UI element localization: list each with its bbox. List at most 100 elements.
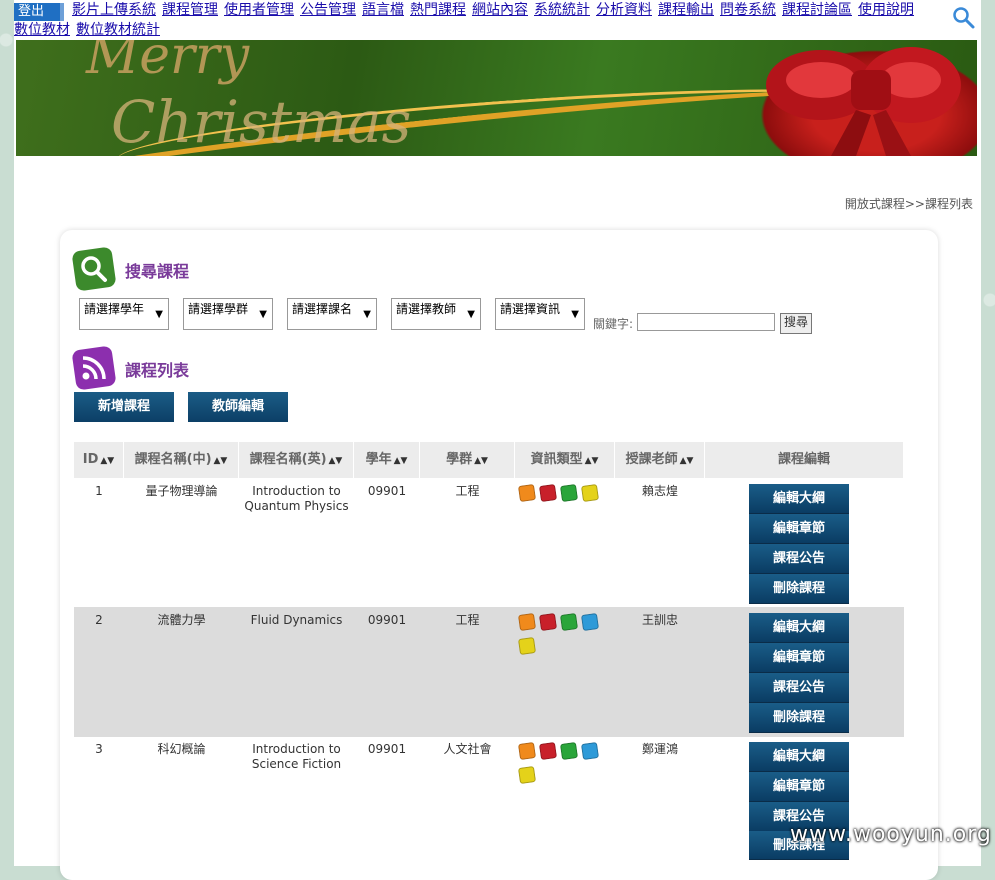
keyword-label: 關鍵字:	[593, 317, 634, 331]
banner-merry-text: Merry	[86, 40, 250, 86]
info-type-icons	[517, 612, 609, 662]
cell-id: 3	[95, 742, 103, 756]
cell-name-zh: 流體力學	[157, 613, 206, 627]
christmas-banner: Merry Christmas	[16, 40, 977, 156]
sort-icon: ▲▼	[679, 456, 694, 466]
column-header-info-type[interactable]: 資訊類型 ▲▼	[515, 442, 615, 478]
chevron-down-icon: ▼	[363, 309, 371, 320]
audio-icon[interactable]	[517, 483, 537, 503]
nav-link-survey[interactable]: 問卷系統	[720, 2, 776, 18]
table-row: 1 量子物理導論 Introduction to Quantum Physics…	[74, 478, 904, 607]
column-header-group[interactable]: 學群 ▲▼	[420, 442, 515, 478]
sort-icon: ▲▼	[393, 456, 408, 466]
cell-teacher: 鄭運鴻	[641, 742, 678, 756]
nav-link-forum[interactable]: 課程討論區	[782, 2, 852, 18]
nav-link-user-admin[interactable]: 使用者管理	[224, 2, 294, 18]
delete-course-button[interactable]: 刪除課程	[749, 703, 849, 733]
add-course-button[interactable]: 新增課程	[74, 392, 174, 422]
nav-link-language[interactable]: 語言檔	[362, 2, 404, 18]
notes-icon[interactable]	[517, 765, 537, 785]
chevron-down-icon: ▼	[259, 309, 267, 320]
keyword-input[interactable]	[637, 313, 775, 331]
cell-teacher: 賴志煌	[641, 484, 678, 498]
edit-syllabus-button[interactable]: 編輯大綱	[749, 613, 849, 643]
nav-link-export[interactable]: 課程輸出	[658, 2, 714, 18]
cell-name-en: Introduction to Science Fiction	[251, 742, 342, 771]
notes-icon[interactable]	[580, 483, 600, 503]
image-icon[interactable]	[580, 612, 600, 632]
table-row: 2 流體力學 Fluid Dynamics 09901 工程 王訓忠 編輯大綱 …	[74, 607, 904, 737]
edit-chapters-button[interactable]: 編輯章節	[749, 643, 849, 673]
column-header-year[interactable]: 學年 ▲▼	[354, 442, 420, 478]
column-header-name-zh[interactable]: 課程名稱(中) ▲▼	[124, 442, 239, 478]
teacher-select[interactable]: 請選擇教師 ▼	[391, 298, 481, 330]
edit-syllabus-button[interactable]: 編輯大綱	[749, 484, 849, 514]
cell-year: 09901	[367, 484, 407, 498]
cell-year: 09901	[367, 613, 407, 627]
sort-icon: ▲▼	[100, 456, 115, 466]
sort-icon: ▲▼	[213, 456, 228, 466]
search-icon[interactable]	[952, 6, 976, 30]
document-icon[interactable]	[559, 741, 579, 761]
table-row: 3 科幻概論 Introduction to Science Fiction 0…	[74, 737, 904, 866]
notes-icon[interactable]	[517, 636, 537, 656]
search-section-title: 搜尋課程	[125, 262, 190, 281]
group-select[interactable]: 請選擇學群 ▼	[183, 298, 273, 330]
audio-icon[interactable]	[517, 741, 537, 761]
nav-link-announcements[interactable]: 公告管理	[300, 2, 356, 18]
cell-id: 1	[95, 484, 103, 498]
video-icon[interactable]	[538, 741, 558, 761]
column-header-name-en[interactable]: 課程名稱(英) ▲▼	[239, 442, 354, 478]
nav-links-row2: 數位教材 數位教材統計	[14, 20, 166, 40]
cell-group: 工程	[455, 484, 480, 498]
sort-icon: ▲▼	[584, 456, 599, 466]
cell-year: 09901	[367, 742, 407, 756]
info-type-select[interactable]: 請選擇資訊 ▼	[495, 298, 585, 330]
top-nav: 登出 影片上傳系統 課程管理 使用者管理 公告管理 語言檔 熱門課程 網站內容 系統統計 分析資…	[14, 0, 981, 40]
info-type-icons	[517, 741, 609, 791]
breadcrumb: 開放式課程>>課程列表	[844, 197, 973, 211]
logout-button[interactable]: 登出	[14, 3, 64, 21]
video-icon[interactable]	[538, 612, 558, 632]
edit-chapters-button[interactable]: 編輯章節	[749, 772, 849, 802]
teacher-edit-button[interactable]: 教師編輯	[188, 392, 288, 422]
cell-group: 人文社會	[443, 742, 492, 756]
image-icon[interactable]	[580, 741, 600, 761]
edit-syllabus-button[interactable]: 編輯大綱	[749, 742, 849, 772]
rss-icon	[72, 346, 116, 390]
magnifier-icon	[72, 247, 116, 291]
cell-group: 工程	[455, 613, 480, 627]
chevron-down-icon: ▼	[467, 309, 475, 320]
edit-chapters-button[interactable]: 編輯章節	[749, 514, 849, 544]
table-header: ID ▲▼ 課程名稱(中) ▲▼ 課程名稱(英) ▲▼ 學年 ▲▼ 學群 ▲▼ 資訊類型 ▲…	[74, 442, 904, 478]
cell-name-en: Fluid Dynamics	[250, 613, 343, 627]
nav-links: 影片上傳系統 課程管理 使用者管理 公告管理 語言檔 熱門課程 網站內容 系統統計 分析資料 課程…	[72, 0, 952, 20]
course-announcement-button[interactable]: 課程公告	[749, 544, 849, 574]
search-button[interactable]: 搜尋	[780, 313, 812, 334]
nav-link-materials-stats[interactable]: 數位教材統計	[76, 22, 160, 38]
video-icon[interactable]	[538, 483, 558, 503]
nav-link-course-admin[interactable]: 課程管理	[162, 2, 218, 18]
ribbon-bow-icon	[766, 47, 961, 156]
year-select[interactable]: 請選擇學年 ▼	[79, 298, 169, 330]
column-header-teacher[interactable]: 授課老師 ▲▼	[615, 442, 705, 478]
nav-link-stats[interactable]: 系統統計	[534, 2, 590, 18]
column-header-edit: 課程編輯	[705, 442, 904, 478]
watermark: www.wooyun.org	[790, 822, 992, 847]
audio-icon[interactable]	[517, 612, 537, 632]
nav-link-site-content[interactable]: 網站內容	[472, 2, 528, 18]
nav-link-materials[interactable]: 數位教材	[14, 22, 70, 38]
banner-christmas-text: Christmas	[111, 88, 412, 156]
cell-name-zh: 科幻概論	[157, 742, 206, 756]
nav-link-analysis[interactable]: 分析資料	[596, 2, 652, 18]
document-icon[interactable]	[559, 612, 579, 632]
list-section-title: 課程列表	[125, 361, 190, 380]
document-icon[interactable]	[559, 483, 579, 503]
nav-link-video-upload[interactable]: 影片上傳系統	[72, 2, 156, 18]
course-select[interactable]: 請選擇課名 ▼	[287, 298, 377, 330]
nav-link-popular[interactable]: 熱門課程	[410, 2, 466, 18]
column-header-id[interactable]: ID ▲▼	[74, 442, 124, 478]
nav-link-help[interactable]: 使用說明	[858, 2, 914, 18]
delete-course-button[interactable]: 刪除課程	[749, 574, 849, 604]
course-announcement-button[interactable]: 課程公告	[749, 673, 849, 703]
